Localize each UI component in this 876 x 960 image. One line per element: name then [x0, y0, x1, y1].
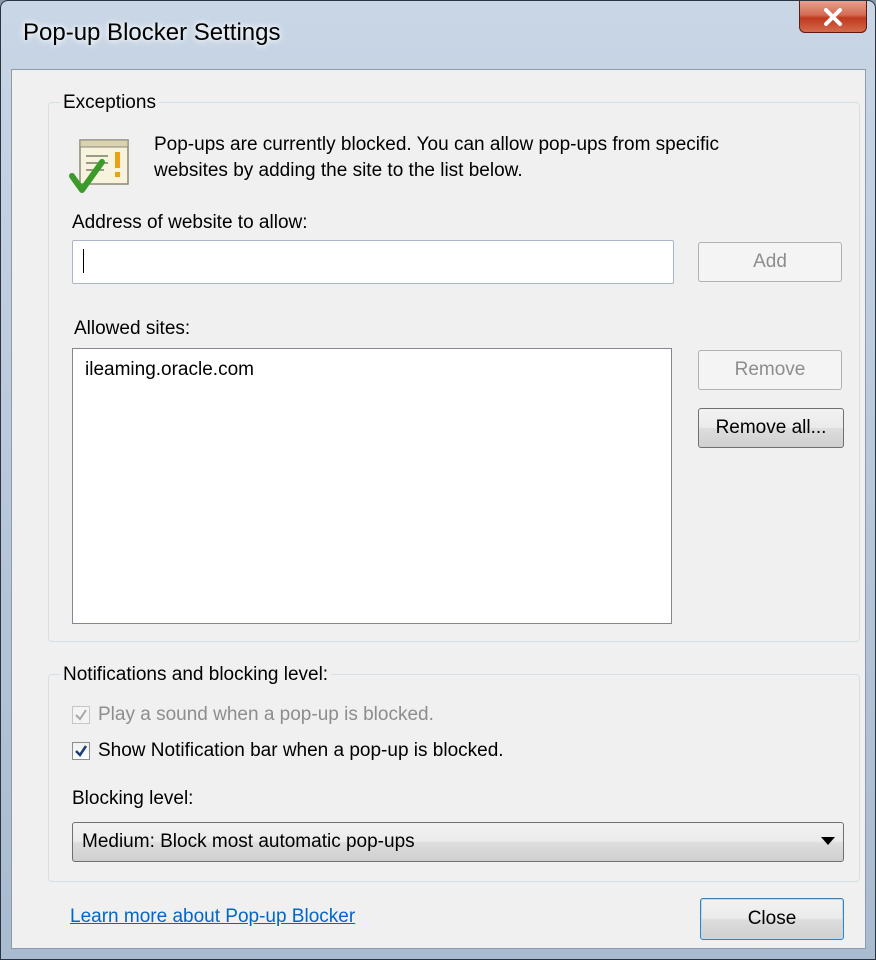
- learn-more-link[interactable]: Learn more about Pop-up Blocker: [70, 906, 355, 928]
- add-button[interactable]: Add: [698, 242, 842, 282]
- dropdown-arrow-icon: [821, 837, 835, 845]
- dialog-window: Pop-up Blocker Settings Exceptions Pop-u…: [0, 0, 876, 960]
- popup-warning-check-icon: [69, 139, 129, 193]
- info-text-line2: websites by adding the site to the list …: [154, 160, 523, 181]
- blocking-level-label: Blocking level:: [72, 788, 194, 809]
- address-input[interactable]: [72, 240, 674, 284]
- blocking-level-value: Medium: Block most automatic pop-ups: [82, 831, 415, 852]
- window-title: Pop-up Blocker Settings: [23, 19, 281, 46]
- notifications-legend: Notifications and blocking level:: [60, 664, 332, 686]
- text-caret: [83, 249, 84, 273]
- allowed-sites-label: Allowed sites:: [74, 318, 191, 339]
- address-label: Address of website to allow:: [72, 212, 308, 233]
- title-bar[interactable]: Pop-up Blocker Settings: [1, 1, 875, 69]
- exceptions-legend: Exceptions: [60, 92, 159, 114]
- list-item[interactable]: ileaming.oracle.com: [85, 359, 254, 381]
- show-notification-bar-checkbox[interactable]: [72, 742, 90, 760]
- info-text-line1: Pop-ups are currently blocked. You can a…: [154, 134, 720, 155]
- show-notification-bar-label: Show Notification bar when a pop-up is b…: [98, 740, 504, 761]
- checkmark-icon: [75, 745, 88, 757]
- remove-all-button[interactable]: Remove all...: [698, 408, 844, 448]
- play-sound-checkbox[interactable]: [72, 706, 90, 724]
- allowed-sites-list[interactable]: ileaming.oracle.com: [72, 348, 672, 624]
- dialog-client-area: Exceptions Pop-ups are currently blocked…: [11, 69, 866, 949]
- remove-button[interactable]: Remove: [698, 350, 842, 390]
- close-button[interactable]: Close: [700, 898, 844, 940]
- close-icon: [824, 7, 842, 26]
- checkmark-icon: [75, 709, 87, 721]
- blocking-level-select[interactable]: Medium: Block most automatic pop-ups: [72, 822, 844, 862]
- close-window-button[interactable]: [799, 1, 867, 33]
- play-sound-label: Play a sound when a pop-up is blocked.: [98, 704, 434, 725]
